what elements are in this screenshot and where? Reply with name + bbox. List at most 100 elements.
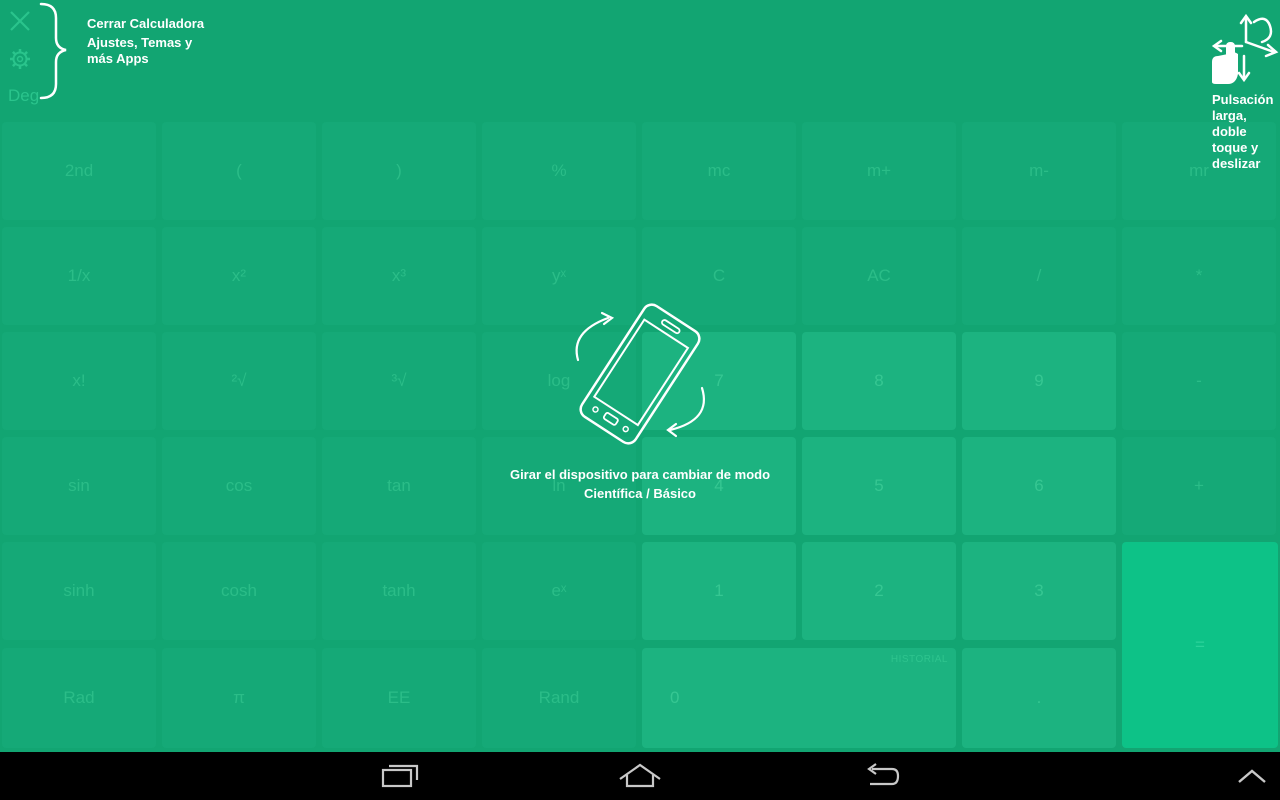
key-sqrt[interactable]: ²√ bbox=[162, 332, 316, 430]
tip-gesture-line: doble bbox=[1212, 124, 1247, 139]
home-icon[interactable] bbox=[610, 752, 670, 800]
key-label: ³√ bbox=[391, 371, 407, 390]
key-label: 2 bbox=[874, 581, 884, 600]
rotate-phone-icon bbox=[562, 296, 718, 456]
key-pi[interactable]: π bbox=[162, 648, 316, 748]
key-label: eˣ bbox=[551, 581, 567, 600]
tip-gesture-line: larga, bbox=[1212, 108, 1247, 123]
system-navbar bbox=[0, 752, 1280, 800]
key-close-paren[interactable]: ) bbox=[322, 122, 476, 220]
key-label: 3 bbox=[1034, 581, 1044, 600]
key-label: ²√ bbox=[231, 371, 247, 390]
key-cos[interactable]: cos bbox=[162, 437, 316, 535]
key-label: / bbox=[1036, 266, 1042, 285]
tip-gesture: Pulsación larga, doble toque y deslizar bbox=[1212, 92, 1280, 172]
key-label: m- bbox=[1029, 161, 1049, 180]
key-decimal[interactable]: . bbox=[962, 648, 1116, 748]
key-label: tan bbox=[387, 476, 411, 495]
brace-connector bbox=[38, 2, 72, 105]
back-icon[interactable] bbox=[852, 752, 912, 800]
key-cbrt[interactable]: ³√ bbox=[322, 332, 476, 430]
gear-icon[interactable] bbox=[9, 48, 31, 70]
key-8[interactable]: 8 bbox=[802, 332, 956, 430]
tip-settings-line1: Ajustes, Temas y bbox=[87, 35, 193, 50]
key-square[interactable]: x² bbox=[162, 227, 316, 325]
key-label: 9 bbox=[1034, 371, 1044, 390]
key-label: = bbox=[1195, 635, 1205, 654]
key-open-paren[interactable]: ( bbox=[162, 122, 316, 220]
key-equals[interactable]: = bbox=[1122, 542, 1278, 748]
key-sinh[interactable]: sinh bbox=[2, 542, 156, 640]
key-all-clear[interactable]: AC bbox=[802, 227, 956, 325]
key-label: 0 bbox=[670, 688, 680, 707]
key-exp[interactable]: eˣ bbox=[482, 542, 636, 640]
key-sin[interactable]: sin bbox=[2, 437, 156, 535]
key-label: ( bbox=[236, 161, 242, 180]
close-icon[interactable] bbox=[9, 10, 31, 32]
key-label: - bbox=[1196, 371, 1202, 390]
key-multiply[interactable]: * bbox=[1122, 227, 1276, 325]
recents-icon[interactable] bbox=[370, 752, 430, 800]
tip-settings-line2: más Apps bbox=[87, 51, 149, 66]
key-2[interactable]: 2 bbox=[802, 542, 956, 640]
key-label: 1 bbox=[714, 581, 724, 600]
key-divide[interactable]: / bbox=[962, 227, 1116, 325]
key-label: 5 bbox=[874, 476, 884, 495]
key-percent[interactable]: % bbox=[482, 122, 636, 220]
hand-gesture-icon bbox=[1206, 12, 1280, 88]
key-label: % bbox=[551, 161, 567, 180]
key-rand[interactable]: Rand bbox=[482, 648, 636, 748]
chevron-up-icon[interactable] bbox=[1230, 752, 1274, 800]
tip-gesture-line: deslizar bbox=[1212, 156, 1261, 171]
key-label: sin bbox=[68, 476, 90, 495]
key-label: C bbox=[712, 266, 726, 285]
key-0[interactable]: 0 HISTORIAL bbox=[642, 648, 956, 748]
key-label: * bbox=[1195, 266, 1203, 285]
key-label: yˣ bbox=[551, 266, 567, 285]
key-3[interactable]: 3 bbox=[962, 542, 1116, 640]
key-label: x³ bbox=[391, 266, 407, 285]
key-plus[interactable]: + bbox=[1122, 437, 1276, 535]
key-label: x² bbox=[231, 266, 247, 285]
rotate-caption-line2: Científica / Básico bbox=[584, 486, 696, 501]
tip-close: Cerrar Calculadora bbox=[87, 16, 205, 31]
key-label: AC bbox=[867, 266, 891, 285]
key-label: mr bbox=[1189, 161, 1209, 180]
key-minus[interactable]: - bbox=[1122, 332, 1276, 430]
key-cosh[interactable]: cosh bbox=[162, 542, 316, 640]
key-label: . bbox=[1036, 688, 1042, 707]
deg-toggle[interactable]: Deg bbox=[8, 86, 39, 106]
key-mc[interactable]: mc bbox=[642, 122, 796, 220]
key-label: x! bbox=[72, 371, 86, 390]
key-tanh[interactable]: tanh bbox=[322, 542, 476, 640]
tip-gesture-line: toque y bbox=[1212, 140, 1259, 155]
key-reciprocal[interactable]: 1/x bbox=[2, 227, 156, 325]
key-label: tanh bbox=[382, 581, 416, 600]
key-label: Rad bbox=[63, 688, 95, 707]
key-m-plus[interactable]: m+ bbox=[802, 122, 956, 220]
historial-label[interactable]: HISTORIAL bbox=[891, 654, 948, 665]
key-label: cosh bbox=[221, 581, 257, 600]
key-1[interactable]: 1 bbox=[642, 542, 796, 640]
key-6[interactable]: 6 bbox=[962, 437, 1116, 535]
key-label: sinh bbox=[63, 581, 95, 600]
key-label: 8 bbox=[874, 371, 884, 390]
key-label: mc bbox=[707, 161, 731, 180]
key-2nd[interactable]: 2nd bbox=[2, 122, 156, 220]
key-label: EE bbox=[387, 688, 411, 707]
key-cube[interactable]: x³ bbox=[322, 227, 476, 325]
key-factorial[interactable]: x! bbox=[2, 332, 156, 430]
key-2nd-label: 2nd bbox=[64, 161, 94, 180]
key-rad[interactable]: Rad bbox=[2, 648, 156, 748]
key-9[interactable]: 9 bbox=[962, 332, 1116, 430]
key-label: ) bbox=[396, 161, 402, 180]
key-label: 6 bbox=[1034, 476, 1044, 495]
key-label: π bbox=[233, 688, 245, 707]
key-label: 1/x bbox=[67, 266, 91, 285]
key-label: cos bbox=[225, 476, 253, 495]
key-label: Rand bbox=[538, 688, 580, 707]
rotate-caption-line1: Girar el dispositivo para cambiar de mod… bbox=[509, 467, 771, 482]
rotate-caption: Girar el dispositivo para cambiar de mod… bbox=[440, 465, 840, 503]
key-m-minus[interactable]: m- bbox=[962, 122, 1116, 220]
key-ee[interactable]: EE bbox=[322, 648, 476, 748]
